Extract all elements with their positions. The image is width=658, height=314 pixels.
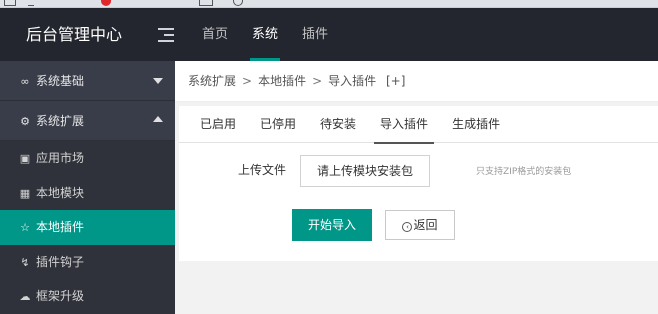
menu-toggle-icon[interactable]: [158, 28, 174, 42]
nav-system[interactable]: 系统: [240, 8, 290, 61]
sidebar-item-label: 应用市场: [36, 151, 85, 165]
grid-icon: ∞: [20, 75, 30, 88]
reload-icon[interactable]: [233, 0, 243, 6]
tab-generate[interactable]: 生成插件: [440, 106, 512, 143]
sidebar-item-label: 本地插件: [36, 220, 85, 234]
main-content: 系统扩展 > 本地插件 > 导入插件 [+] 已启用 已停用 待安装 导入插件 生成插件…: [175, 61, 658, 314]
sidebar-item-local-plugins[interactable]: ☆ 本地插件: [0, 210, 175, 245]
window-icon[interactable]: [199, 0, 213, 6]
back-button[interactable]: ‹ 返回: [385, 210, 455, 240]
breadcrumb-add[interactable]: [+]: [386, 74, 405, 88]
tab-enabled[interactable]: 已启用: [188, 106, 248, 143]
top-nav: 首页 系统 插件: [190, 8, 340, 61]
nav-plugins[interactable]: 插件: [290, 8, 340, 61]
chevron-down-icon: [153, 78, 163, 84]
sidebar: ∞ 系统基础 ⚙ 系统扩展 ▣ 应用市场 ▦ 本地模块 ☆ 本地插件 ↯ 插件钩子 ☁ 框架升…: [0, 61, 175, 314]
upload-label: 上传文件: [238, 163, 287, 177]
window-icon[interactable]: [4, 0, 16, 6]
sidebar-group-label: 系统基础: [36, 74, 85, 88]
sidebar-item-local-modules[interactable]: ▦ 本地模块: [0, 176, 175, 211]
browser-toolbar: [0, 0, 658, 8]
import-panel: 已启用 已停用 待安装 导入插件 生成插件 上传文件 请上传模块安装包 只支持Z…: [179, 106, 658, 261]
hook-icon: ↯: [20, 255, 30, 269]
top-header: 后台管理中心 首页 系统 插件: [0, 8, 658, 61]
breadcrumb-item[interactable]: 系统扩展: [188, 74, 236, 88]
upload-package-button[interactable]: 请上传模块安装包: [300, 155, 430, 187]
breadcrumb-item[interactable]: 本地插件: [258, 74, 306, 88]
back-button-label: 返回: [413, 218, 438, 232]
tab-disabled[interactable]: 已停用: [248, 106, 308, 143]
brand-title: 后台管理中心: [26, 25, 123, 44]
tab-pending[interactable]: 待安装: [308, 106, 368, 143]
record-icon[interactable]: [101, 0, 111, 6]
breadcrumb-separator: >: [312, 74, 323, 88]
start-import-button[interactable]: 开始导入: [292, 209, 372, 241]
breadcrumb: 系统扩展 > 本地插件 > 导入插件 [+]: [175, 61, 658, 102]
minus-icon[interactable]: [28, 0, 34, 6]
plugin-icon: ☆: [20, 221, 30, 234]
sidebar-item-label: 本地模块: [36, 185, 85, 200]
sidebar-group-label: 系统扩展: [36, 114, 85, 128]
sidebar-item-framework-upgrade[interactable]: ☁ 框架升级: [0, 279, 175, 314]
sidebar-item-app-market[interactable]: ▣ 应用市场: [0, 141, 175, 176]
sidebar-group-basic[interactable]: ∞ 系统基础: [0, 61, 175, 101]
sidebar-group-extension[interactable]: ⚙ 系统扩展: [0, 101, 175, 141]
chevron-up-icon: [153, 116, 163, 122]
tab-bar: 已启用 已停用 待安装 导入插件 生成插件: [179, 106, 658, 144]
breadcrumb-separator: >: [242, 74, 253, 88]
nav-home[interactable]: 首页: [190, 8, 240, 61]
modules-icon: ▦: [19, 186, 31, 200]
upload-hint: 只支持ZIP格式的安装包: [476, 167, 572, 177]
gear-icon: ⚙: [20, 115, 30, 128]
sidebar-item-label: 插件钩子: [36, 254, 85, 269]
sidebar-item-label: 框架升级: [36, 289, 85, 303]
breadcrumb-item: 导入插件: [328, 74, 377, 88]
tab-import[interactable]: 导入插件: [368, 106, 440, 144]
back-icon: ‹: [402, 222, 413, 232]
sidebar-item-plugin-hooks[interactable]: ↯ 插件钩子: [0, 245, 175, 280]
cloud-upgrade-icon: ☁: [19, 290, 31, 303]
store-icon: ▣: [19, 152, 31, 165]
sidebar-submenu: ▣ 应用市场 ▦ 本地模块 ☆ 本地插件 ↯ 插件钩子 ☁ 框架升级: [0, 141, 175, 314]
